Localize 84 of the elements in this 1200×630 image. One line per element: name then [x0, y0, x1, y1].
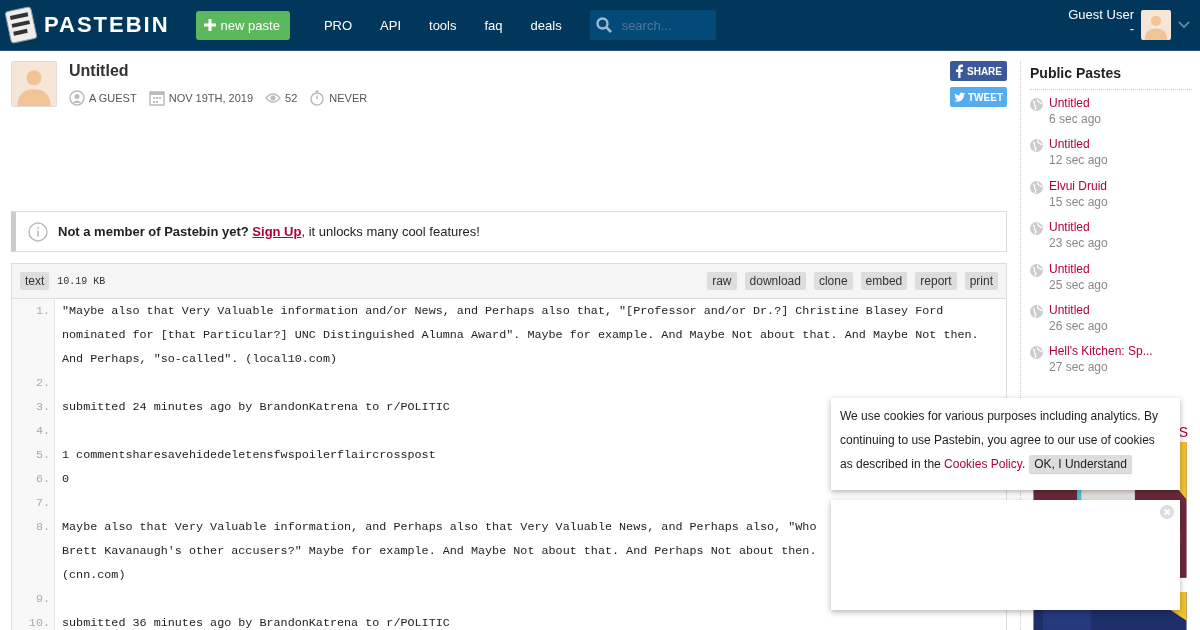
paste-link[interactable]: Elvui Druid	[1049, 178, 1108, 193]
paste-meta: A GUEST	[89, 92, 137, 104]
caret-icon	[1178, 21, 1190, 29]
search-input[interactable]: search...	[619, 16, 708, 34]
nav-link[interactable]: PRO	[309, 17, 367, 33]
line-number: 3.	[12, 395, 55, 419]
code-line: nominated for [that Particular?] UNC Distinguished Alumna Award". Maybe for example. And Maybe Not about that. And Maybe Not then.	[62, 327, 979, 344]
paste-title: Untitled	[69, 62, 130, 80]
code-line: submitted 36 minutes ago by BrandonKatrena to r/POLITIC	[62, 615, 450, 630]
paste-meta: 52	[285, 92, 298, 104]
info-icon	[28, 221, 48, 242]
paste-link[interactable]: Untitled	[1049, 137, 1108, 152]
code-line: (cnn.com)	[62, 567, 127, 584]
action-button[interactable]: print	[964, 272, 998, 290]
cookie-text: as described in the Cookies Policy.	[840, 456, 1026, 473]
user-icon	[69, 90, 85, 106]
globe-icon	[1030, 180, 1043, 194]
globe-icon	[1030, 346, 1043, 360]
line-number: 10.	[12, 611, 55, 630]
file-size: 10.19 KB	[57, 275, 106, 287]
paste-meta: NEVER	[329, 92, 368, 104]
search-field[interactable]: search...	[589, 10, 716, 40]
paste-time: 6 sec ago	[1049, 112, 1102, 126]
line-number: 2.	[12, 371, 55, 395]
code-line: Brett Kavanaugh's other accusers?" Maybe for example. And Maybe Not about that. And Perhaps Not about then.	[62, 543, 817, 560]
paste-link[interactable]: Untitled	[1049, 96, 1102, 110]
format-tag[interactable]: text	[20, 272, 50, 290]
paste-link[interactable]: Untitled	[1049, 220, 1108, 235]
nav-link[interactable]: API	[366, 17, 415, 33]
sidebar-title: Public Pastes	[1030, 65, 1192, 90]
eye-icon	[265, 90, 282, 106]
line-number: 8.	[12, 515, 55, 587]
nav-link[interactable]: faq	[470, 17, 517, 33]
paste-time: 15 sec ago	[1049, 194, 1108, 209]
code-line: And Perhaps, "so-called". (local10.com)	[62, 351, 338, 368]
bird-icon	[954, 92, 965, 102]
paste-meta: NOV 19TH, 2019	[168, 92, 254, 104]
avatar-icon	[11, 61, 57, 107]
accept-button[interactable]: OK, I Understand	[1029, 455, 1132, 473]
paste-time: 23 sec ago	[1049, 236, 1108, 251]
paste-time: 25 sec ago	[1049, 277, 1108, 292]
stopwatch-icon	[309, 90, 326, 106]
paste-link[interactable]: Untitled	[1049, 261, 1108, 276]
globe-icon	[1030, 305, 1043, 319]
action-button[interactable]: download	[744, 272, 806, 290]
plus-icon	[203, 19, 216, 31]
globe-icon	[1030, 222, 1043, 236]
nav-link[interactable]: deals	[516, 17, 576, 33]
code-line: 0	[62, 471, 70, 488]
avatar-icon	[1141, 10, 1171, 40]
user-name[interactable]: Guest User	[1068, 8, 1134, 22]
globe-icon	[1030, 263, 1043, 277]
action-button[interactable]: report	[915, 272, 957, 290]
paste-time: 12 sec ago	[1049, 153, 1108, 168]
share-button[interactable]: SHARE	[950, 61, 1007, 81]
code-line: "Maybe also that Very Valuable information and/or News, and Perhaps also that, "[Professor and/or Dr.?] Christine Blasey Ford	[62, 303, 945, 320]
line-number: 7.	[12, 491, 55, 515]
cookies-policy-link[interactable]: Cookies Policy	[944, 457, 1022, 471]
line-number: 6.	[12, 467, 55, 491]
facebook-icon	[954, 64, 964, 78]
paste-link[interactable]: Hell's Kitchen: Sp...	[1049, 344, 1153, 359]
action-button[interactable]: clone	[813, 272, 853, 290]
globe-icon	[1030, 98, 1043, 111]
paste-link[interactable]: Untitled	[1049, 303, 1108, 318]
close-icon[interactable]	[1160, 505, 1174, 519]
calendar-icon	[148, 90, 165, 106]
action-button[interactable]: embed	[860, 272, 908, 290]
line-number: 5.	[12, 443, 55, 467]
user-status: -	[1129, 22, 1134, 36]
brand-name[interactable]: PASTEBIN	[44, 12, 170, 38]
line-number: 4.	[12, 419, 55, 443]
code-line: Maybe also that Very Valuable information, and Perhaps also that Very Valuable News, and Perhaps also, "Who	[62, 519, 817, 536]
line-number: 1.	[12, 299, 55, 371]
paste-time: 27 sec ago	[1049, 360, 1109, 375]
search-icon	[595, 17, 612, 33]
line-number: 9.	[12, 587, 55, 611]
code-line: submitted 24 minutes ago by BrandonKatrena to r/POLITIC	[62, 399, 450, 416]
nav-link[interactable]: tools	[415, 17, 471, 33]
notice-text: Not a member of Pastebin yet? Sign Up, it unlocks many cool features!	[58, 224, 480, 239]
action-button[interactable]: raw	[707, 272, 737, 290]
globe-icon	[1030, 139, 1043, 153]
paste-time: 26 sec ago	[1049, 319, 1108, 334]
section-heading: S	[1178, 423, 1188, 440]
code-line: 1 commentsharesavehidedeletensfwspoilerflaircrosspost	[62, 447, 436, 464]
